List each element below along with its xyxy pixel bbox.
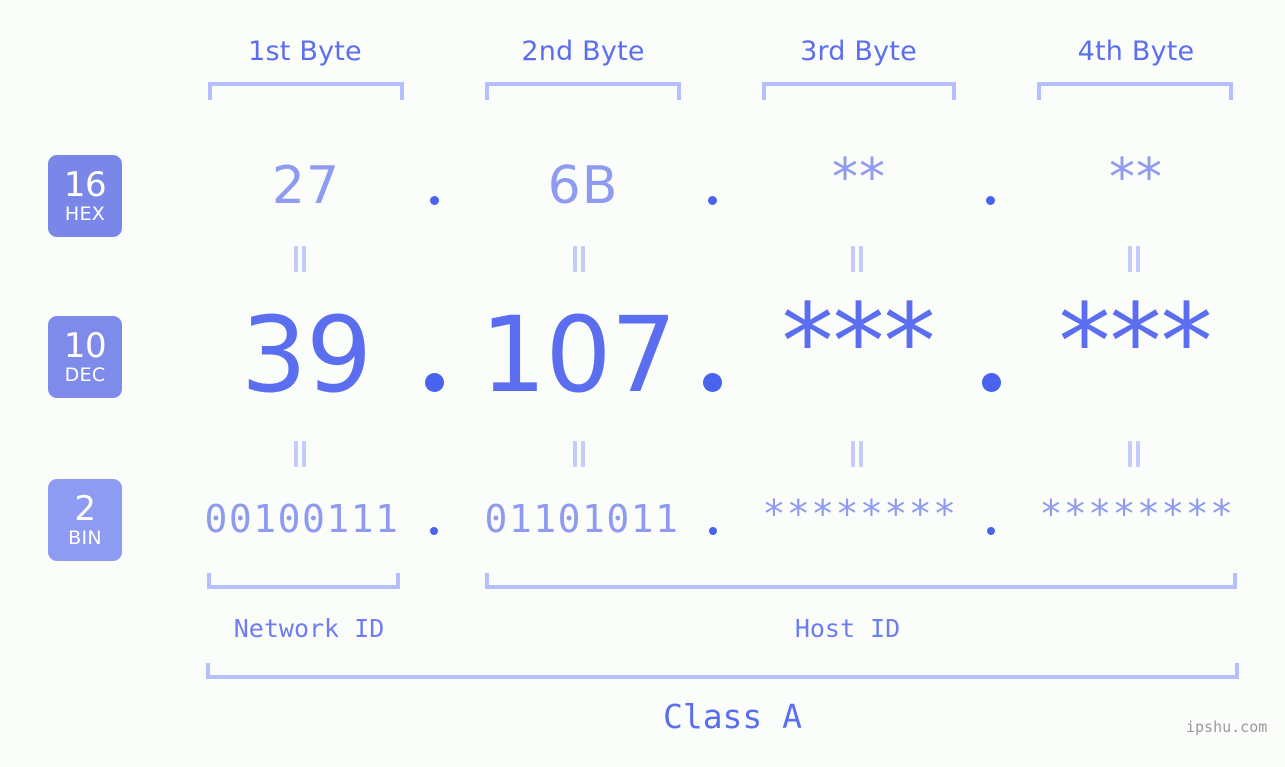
byte-bracket-top-3	[762, 82, 956, 100]
equals-connector-hex-dec-2	[573, 246, 586, 272]
byte-header-3: 3rd Byte	[800, 36, 917, 67]
base-badge-hex-number: 16	[63, 165, 107, 205]
hex-byte-4: **	[1109, 148, 1163, 208]
byte-header-1: 1st Byte	[248, 36, 362, 67]
equals-connector-dec-bin-3	[851, 441, 864, 467]
network-id-label: Network ID	[233, 614, 385, 643]
equals-connector-hex-dec-4	[1128, 246, 1141, 272]
watermark: ipshu.com	[1186, 718, 1268, 736]
hex-separator-dot-1	[430, 196, 439, 205]
dec-separator-dot-2	[703, 373, 722, 392]
hex-byte-2: 6B	[547, 156, 619, 216]
ip-breakdown-diagram: 1st Byte 2nd Byte 3rd Byte 4th Byte 16 H…	[0, 0, 1285, 767]
bin-separator-dot-2	[709, 527, 717, 535]
bin-byte-2: 01101011	[484, 497, 680, 541]
host-id-label: Host ID	[794, 614, 901, 643]
base-badge-bin-name: BIN	[68, 527, 102, 549]
bin-separator-dot-3	[987, 527, 995, 535]
base-badge-bin-number: 2	[74, 489, 96, 529]
equals-connector-hex-dec-3	[851, 246, 864, 272]
base-badge-dec: 10 DEC	[48, 316, 122, 398]
byte-header-2: 2nd Byte	[521, 36, 645, 67]
hex-byte-3: **	[832, 148, 886, 208]
class-label: Class A	[662, 697, 803, 736]
dec-byte-2: 107	[480, 294, 677, 416]
bin-byte-4: ********	[1039, 492, 1235, 536]
dec-separator-dot-3	[982, 373, 1001, 392]
byte-bracket-top-4	[1037, 82, 1233, 100]
base-badge-dec-number: 10	[63, 326, 107, 366]
byte-header-4: 4th Byte	[1077, 36, 1195, 67]
network-id-bracket	[207, 573, 400, 589]
dec-byte-3: ***	[781, 281, 936, 403]
base-badge-hex-name: HEX	[64, 203, 106, 225]
hex-separator-dot-3	[986, 196, 995, 205]
byte-bracket-top-2	[485, 82, 681, 100]
base-badge-hex: 16 HEX	[48, 155, 122, 237]
hex-separator-dot-2	[708, 196, 717, 205]
bin-byte-3: ********	[762, 492, 958, 536]
bin-separator-dot-1	[430, 527, 438, 535]
hex-byte-1: 27	[271, 156, 341, 216]
base-badge-dec-name: DEC	[64, 364, 106, 386]
equals-connector-dec-bin-4	[1128, 441, 1141, 467]
bin-byte-1: 00100111	[204, 497, 400, 541]
byte-bracket-top-1	[208, 82, 404, 100]
dec-byte-1: 39	[240, 294, 372, 416]
class-bracket	[206, 663, 1239, 679]
base-badge-bin: 2 BIN	[48, 479, 122, 561]
equals-connector-dec-bin-2	[573, 441, 586, 467]
host-id-bracket	[485, 573, 1237, 589]
equals-connector-hex-dec-1	[294, 246, 307, 272]
dec-byte-4: ***	[1058, 281, 1213, 403]
equals-connector-dec-bin-1	[294, 441, 307, 467]
dec-separator-dot-1	[425, 373, 444, 392]
